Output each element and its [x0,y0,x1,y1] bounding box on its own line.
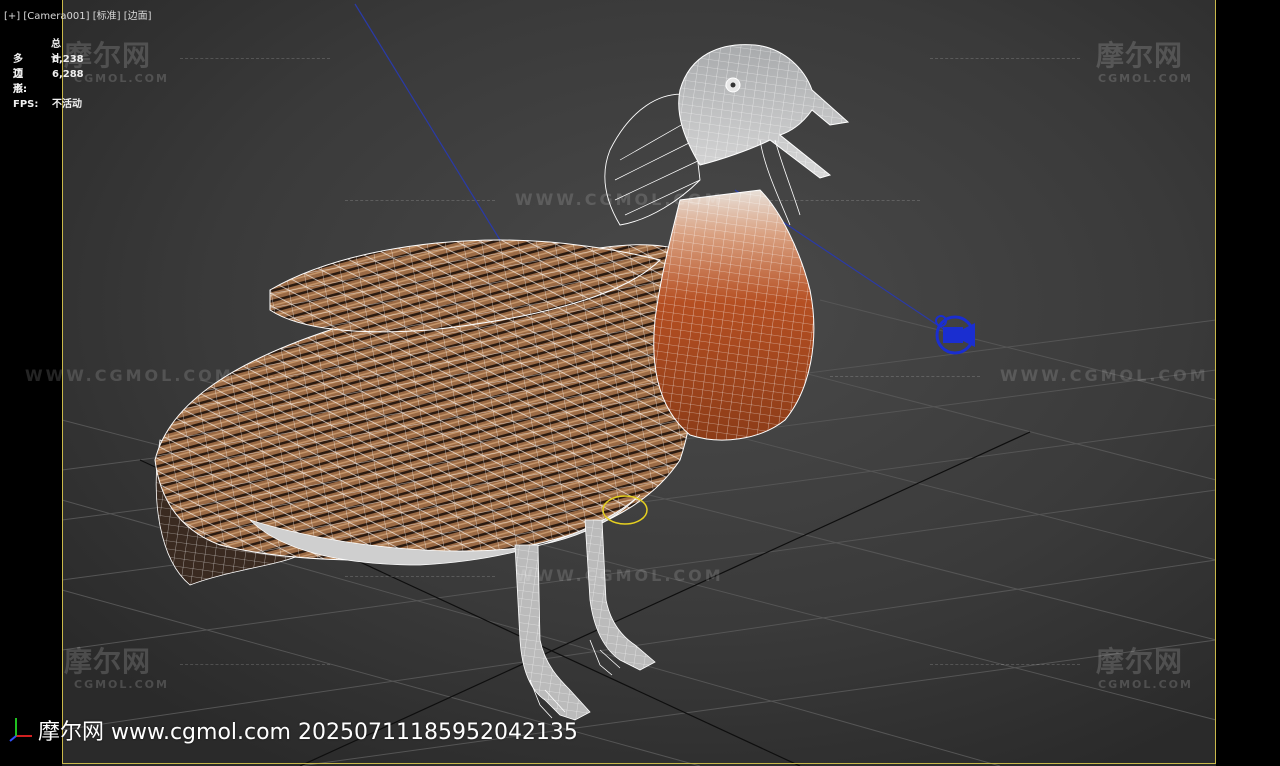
stats-fps-value: 不活动 [52,99,82,110]
axis-tripod-icon [9,718,32,742]
watermark-brand-br: 摩尔网 [1096,645,1184,678]
watermark-dash [770,200,920,201]
stats-polygons-value: 6,238 [52,54,84,65]
watermark-dash [270,376,420,377]
watermark-dash [180,664,330,665]
watermark-small-br: CGMOL.COM [1098,678,1193,691]
viewport-menu-shading[interactable]: [标准] [93,11,121,22]
watermark-dash [930,58,1080,59]
watermark-url-center: WWW.CGMOL.COM [515,190,724,209]
viewport-label-menu[interactable]: [+] [Camera001] [标准] [边面] [4,7,152,22]
stats-vertices-value: 6,288 [52,69,84,80]
viewport-3d[interactable]: 摩尔网 CGMOL.COM 摩尔网 CGMOL.COM WWW.CGMOL.CO… [0,0,1280,766]
watermark-dash [345,200,495,201]
footer-watermark-text: 摩尔网 www.cgmol.com 20250711185952042135 [38,720,578,745]
watermark-dash [830,376,980,377]
stats-fps-row: FPS: 不活动 [13,97,133,112]
watermark-dash [180,58,330,59]
viewport-menu-plus[interactable]: [+] [4,11,20,22]
watermark-brand-bl: 摩尔网 [64,645,152,678]
viewport-menu-camera[interactable]: [Camera001] [23,11,89,22]
watermark-url-bottom: WWW.CGMOL.COM [515,566,724,585]
watermark-small-tl: CGMOL.COM [74,72,169,85]
watermark-small-tr: CGMOL.COM [1098,72,1193,85]
watermark-dash [345,576,495,577]
watermark-brand-tr: 摩尔网 [1096,39,1184,72]
viewport-menu-edges[interactable]: [边面] [124,11,152,22]
watermark-dash [930,664,1080,665]
stats-fps-label: FPS: [13,99,39,110]
watermark-small-bl: CGMOL.COM [74,678,169,691]
watermark-url-right: WWW.CGMOL.COM [1000,366,1209,385]
watermark-url-left: WWW.CGMOL.COM [25,366,234,385]
stats-vertices-label: 顶点: [13,69,27,95]
bird-pupil [730,82,736,88]
